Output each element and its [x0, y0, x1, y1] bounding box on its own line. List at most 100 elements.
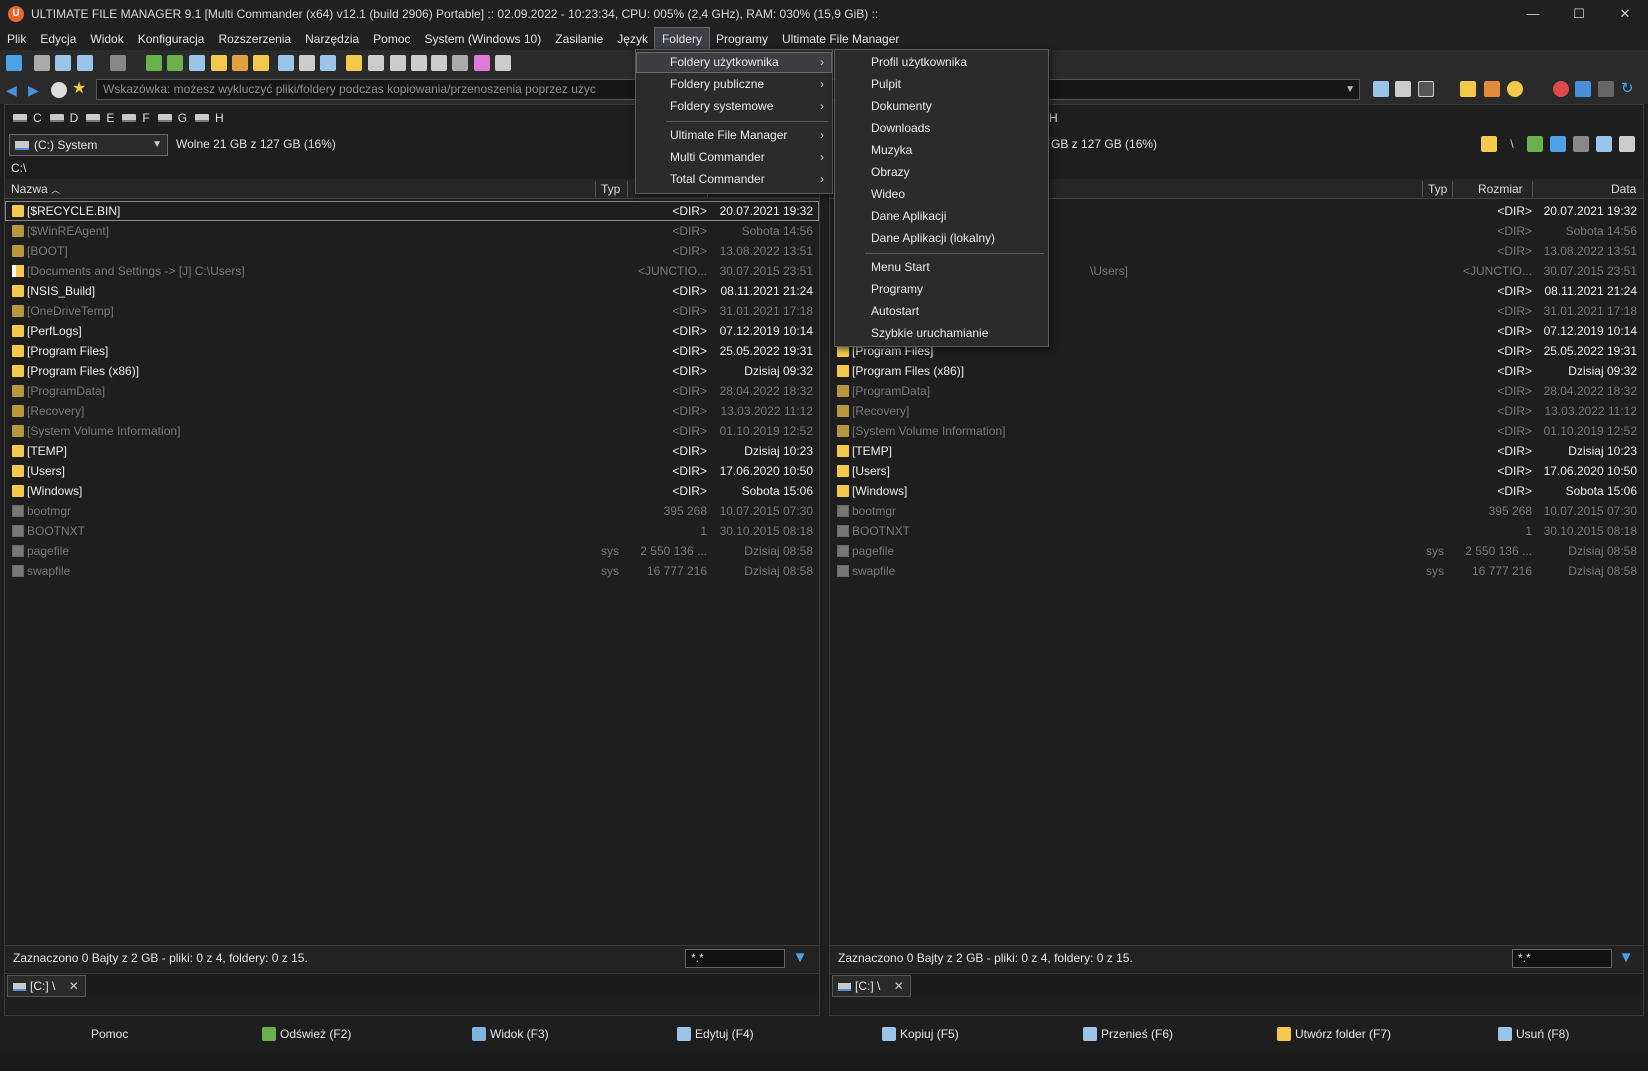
table-row[interactable]: [System Volume Information] <DIR> 01.10.20… — [830, 421, 1643, 441]
table-row[interactable]: [Windows] <DIR> Sobota 15:06 — [5, 481, 819, 501]
menu-item-menu-start[interactable]: Menu Start — [835, 257, 1048, 278]
column-typ[interactable]: Typ — [1428, 179, 1447, 199]
filter-input[interactable]: *.* — [685, 949, 785, 968]
menu-icon[interactable] — [1619, 136, 1635, 152]
table-row[interactable]: [TEMP] <DIR> Dzisiaj 10:23 — [5, 441, 819, 461]
drive-selector[interactable]: (C:) System ▼ — [9, 134, 168, 156]
edit-icon[interactable] — [299, 55, 315, 71]
notepad-icon[interactable] — [1395, 81, 1411, 97]
table-row[interactable]: [ProgramData] <DIR> 28.04.2022 18:32 — [830, 381, 1643, 401]
table-row[interactable]: [Program Files (x86)] <DIR> Dzisiaj 09:32 — [830, 361, 1643, 381]
menu-item-profil-uzytkownika[interactable]: Profil użytkownika — [835, 52, 1048, 73]
fkey-przenies-f6[interactable]: Przenieś (F6) — [1083, 1027, 1173, 1041]
menu-item-dane-aplikacji[interactable]: Dane Aplikacji — [835, 206, 1048, 227]
refresh-icon[interactable] — [6, 55, 22, 71]
table-row[interactable]: pagefile sys 2 550 136 ... Dzisiaj 08:58 — [830, 541, 1643, 561]
table-row[interactable]: BOOTNXT 1 30.10.2015 08:18 — [5, 521, 819, 541]
menu-item-foldery-uzytkownika[interactable]: Foldery użytkownika › — [636, 52, 832, 73]
archive-icon[interactable] — [211, 55, 227, 71]
fkey-utworz-folder-f7[interactable]: Utwórz folder (F7) — [1277, 1027, 1391, 1041]
favorites-star-icon[interactable]: ★ — [72, 81, 88, 97]
close-icon[interactable]: ✕ — [894, 979, 904, 993]
menu-rozszerzenia[interactable]: Rozszerzenia — [211, 28, 298, 50]
table-row[interactable]: [Recovery] <DIR> 13.03.2022 11:12 — [830, 401, 1643, 421]
drive-f[interactable]: F — [122, 111, 150, 125]
fkey-kopiuj-f5[interactable]: Kopiuj (F5) — [882, 1027, 959, 1041]
sync-icon[interactable] — [1550, 136, 1566, 152]
menu-item-foldery-systemowe[interactable]: Foldery systemowe › — [636, 96, 832, 117]
table-row[interactable]: [OneDriveTemp] <DIR> 31.01.2021 17:18 — [5, 301, 819, 321]
menu-foldery[interactable]: Foldery — [653, 27, 710, 51]
table-row[interactable]: BOOTNXT 1 30.10.2015 08:18 — [830, 521, 1643, 541]
file-icon[interactable] — [411, 55, 427, 71]
table-row[interactable]: [Users] <DIR> 17.06.2020 10:50 — [830, 461, 1643, 481]
drive-d[interactable]: D — [49, 111, 78, 125]
close-icon[interactable]: ✕ — [69, 979, 79, 993]
table-row[interactable]: swapfile sys 16 777 216 Dzisiaj 08:58 — [5, 561, 819, 581]
menu-item-pulpit[interactable]: Pulpit — [835, 74, 1048, 95]
tab-c-drive[interactable]: [C:] \ ✕ — [832, 975, 911, 997]
menu-pomoc[interactable]: Pomoc — [366, 28, 417, 50]
table-row[interactable]: [Documents and Settings -> [J] C:\Users]… — [5, 261, 819, 281]
layout-icon[interactable] — [1596, 136, 1612, 152]
menu-item-ultimate-file-manager[interactable]: Ultimate File Manager › — [636, 125, 832, 146]
console-icon[interactable] — [1418, 81, 1434, 97]
tree-icon[interactable] — [1481, 136, 1497, 152]
table-row[interactable]: [Recovery] <DIR> 13.03.2022 11:12 — [5, 401, 819, 421]
package-icon[interactable] — [232, 55, 248, 71]
comment-icon[interactable] — [495, 55, 511, 71]
up-folder-icon[interactable] — [1527, 136, 1543, 152]
menu-item-foldery-publiczne[interactable]: Foldery publiczne › — [636, 74, 832, 95]
new-file-icon[interactable] — [146, 55, 162, 71]
menu-widok[interactable]: Widok — [83, 28, 130, 50]
file-icon[interactable] — [390, 55, 406, 71]
table-row[interactable]: swapfile sys 16 777 216 Dzisiaj 08:58 — [830, 561, 1643, 581]
drive-g[interactable]: G — [157, 111, 187, 125]
paste-icon[interactable] — [77, 55, 93, 71]
file-icon[interactable] — [189, 55, 205, 71]
tab-c-drive[interactable]: [C:] \ ✕ — [7, 975, 86, 997]
close-window-button[interactable]: ✕ — [1602, 0, 1648, 28]
menu-konfiguracja[interactable]: Konfiguracja — [131, 28, 212, 50]
compare-icon[interactable] — [1573, 136, 1589, 152]
table-row[interactable]: [Users] <DIR> 17.06.2020 10:50 — [5, 461, 819, 481]
forward-icon[interactable]: ▶ — [28, 82, 44, 98]
menu-item-multi-commander[interactable]: Multi Commander › — [636, 147, 832, 168]
file-icon[interactable] — [431, 55, 447, 71]
minimize-button[interactable]: — — [1510, 0, 1556, 28]
copy-icon[interactable] — [55, 55, 71, 71]
drive-e[interactable]: E — [86, 111, 114, 125]
table-row[interactable]: [NSIS_Build] <DIR> 08.11.2021 21:24 — [5, 281, 819, 301]
drive-c[interactable]: C — [13, 111, 42, 125]
menu-ultimate-file-manager[interactable]: Ultimate File Manager — [775, 28, 906, 50]
menu-item-szybkie-uruchamianie[interactable]: Szybkie uruchamianie — [835, 323, 1048, 344]
folder-icon[interactable] — [253, 55, 269, 71]
column-typ[interactable]: Typ — [601, 179, 620, 199]
table-row[interactable]: bootmgr 395 268 10.07.2015 07:30 — [5, 501, 819, 521]
filter-icon[interactable]: ▼ — [792, 950, 808, 966]
table-row[interactable]: [BOOT] <DIR> 13.08.2022 13:51 — [5, 241, 819, 261]
menu-item-wideo[interactable]: Wideo — [835, 184, 1048, 205]
app-logo-icon[interactable]: U — [8, 6, 24, 22]
chevron-down-icon[interactable]: ▼ — [1345, 80, 1355, 99]
menu-jezyk[interactable]: Język — [610, 28, 655, 50]
column-name[interactable]: Nazwa ︿ — [11, 179, 60, 199]
menu-item-obrazy[interactable]: Obrazy — [835, 162, 1048, 183]
network-icon[interactable] — [1598, 81, 1614, 97]
table-row[interactable]: [Program Files (x86)] <DIR> Dzisiaj 09:32 — [5, 361, 819, 381]
select-icon[interactable] — [110, 55, 126, 71]
menu-item-downloads[interactable]: Downloads — [835, 118, 1048, 139]
fkey-widok-f3[interactable]: Widok (F3) — [472, 1027, 549, 1041]
warning-icon[interactable] — [1507, 81, 1523, 97]
column-size[interactable]: Rozmiar — [1478, 179, 1523, 199]
table-row[interactable]: [PerfLogs] <DIR> 07.12.2019 10:14 — [5, 321, 819, 341]
eye-icon[interactable] — [452, 55, 468, 71]
edit-icon[interactable] — [1460, 81, 1476, 97]
menu-item-total-commander[interactable]: Total Commander › — [636, 169, 832, 190]
menu-system-windows-10[interactable]: System (Windows 10) — [418, 28, 549, 50]
fkey-edytuj-f4[interactable]: Edytuj (F4) — [677, 1027, 754, 1041]
settings-icon[interactable] — [1553, 81, 1569, 97]
menu-item-programy[interactable]: Programy — [835, 279, 1048, 300]
fkey-usun-f8[interactable]: Usuń (F8) — [1498, 1027, 1569, 1041]
cut-icon[interactable] — [34, 55, 50, 71]
